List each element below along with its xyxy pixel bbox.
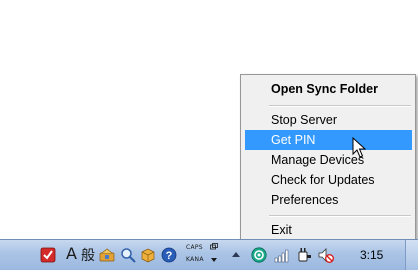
antivirus-shield-icon[interactable] — [40, 247, 56, 263]
menu-item-check-for-updates[interactable]: Check for Updates — [245, 170, 412, 190]
help-icon[interactable]: ? — [161, 247, 177, 263]
taskbar: A 般 ? CAPS KANA 3:15 — [0, 239, 418, 270]
ime-caps-icon[interactable]: CAPS — [186, 244, 203, 251]
svg-text:?: ? — [166, 250, 173, 262]
menu-gutter — [241, 75, 244, 240]
menu-item-exit[interactable]: Exit — [245, 220, 412, 240]
mouse-pointer-icon — [352, 137, 366, 158]
menu-item-open-sync-folder[interactable]: Open Sync Folder — [245, 79, 412, 99]
menu-item-stop-server[interactable]: Stop Server — [245, 110, 412, 130]
volume-muted-icon[interactable] — [318, 247, 334, 263]
menu-separator — [269, 105, 411, 107]
ime-package-icon[interactable] — [140, 247, 156, 263]
taskbar-clock[interactable]: 3:15 — [360, 248, 383, 262]
show-hidden-icons-icon[interactable] — [232, 251, 240, 259]
menu-item-get-pin[interactable]: Get PIN — [245, 130, 412, 150]
ime-search-icon[interactable] — [120, 247, 136, 263]
power-plug-icon[interactable] — [296, 247, 312, 263]
menu-separator — [269, 215, 411, 217]
ime-kana-icon[interactable]: KANA — [186, 256, 204, 263]
ime-menu-arrow-icon[interactable] — [211, 258, 217, 263]
ime-mode-icon[interactable]: A — [66, 244, 77, 263]
tray-context-menu: Open Sync Folder Stop Server Get PIN Man… — [240, 74, 416, 241]
ime-tools-icon[interactable] — [99, 247, 115, 263]
network-signal-icon[interactable] — [274, 247, 290, 263]
show-desktop-button[interactable] — [405, 240, 418, 270]
ime-dictionary-icon[interactable]: 般 — [81, 245, 95, 265]
menu-item-preferences[interactable]: Preferences — [245, 190, 412, 210]
menu-item-manage-devices[interactable]: Manage Devices — [245, 150, 412, 170]
ime-toggle-icon — [210, 243, 218, 250]
sync-app-icon[interactable] — [251, 247, 267, 263]
